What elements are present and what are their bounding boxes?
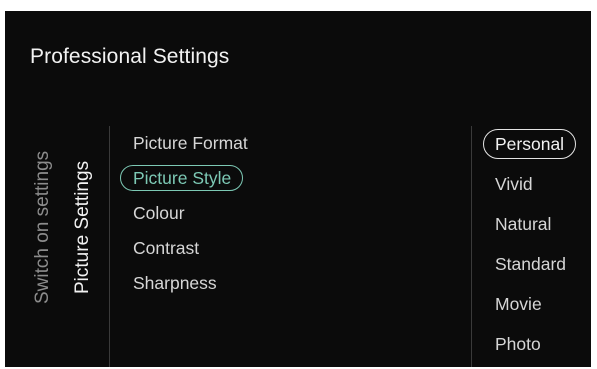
option-label: Natural (495, 214, 552, 234)
option-label: Standard (495, 254, 567, 274)
menu-item-label: Sharpness (133, 273, 217, 293)
picture-style-options: Personal Vivid Natural Standard Movie Ph… (483, 129, 577, 367)
side-tab-switch-on-settings[interactable]: Switch on settings (31, 151, 55, 304)
column-divider (471, 126, 472, 367)
menu-item-label: Picture Style (120, 165, 244, 191)
option-label: Personal (483, 129, 577, 159)
menu-item-colour[interactable]: Colour (120, 200, 248, 235)
option-standard[interactable]: Standard (483, 249, 576, 289)
menu-item-label: Contrast (133, 238, 200, 258)
menu-item-label: Picture Format (133, 133, 248, 153)
menu-item-picture-style[interactable]: Picture Style (120, 165, 248, 200)
option-vivid[interactable]: Vivid (483, 169, 576, 209)
option-label: Photo (495, 334, 541, 354)
option-label: Vivid (495, 174, 533, 194)
menu-item-picture-format[interactable]: Picture Format (120, 130, 248, 165)
column-divider (109, 126, 110, 367)
menu-item-label: Colour (133, 203, 185, 223)
option-label: Movie (495, 294, 542, 314)
menu-item-contrast[interactable]: Contrast (120, 235, 248, 270)
menu-item-sharpness[interactable]: Sharpness (120, 270, 248, 305)
settings-menu: Picture Format Picture Style Colour Cont… (120, 130, 248, 305)
option-natural[interactable]: Natural (483, 209, 576, 249)
tv-settings-screen: Professional Settings Switch on settings… (5, 11, 591, 367)
page-title: Professional Settings (30, 45, 230, 68)
option-movie[interactable]: Movie (483, 289, 576, 329)
option-photo[interactable]: Photo (483, 329, 576, 367)
side-tab-picture-settings[interactable]: Picture Settings (71, 161, 95, 294)
option-personal[interactable]: Personal (483, 129, 577, 169)
